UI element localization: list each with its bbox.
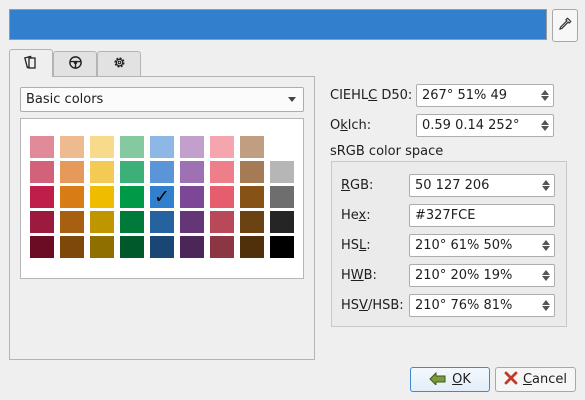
oklch-label: Oklch:: [330, 118, 372, 133]
cancel-x-icon: [504, 371, 518, 389]
hsv-spinbox[interactable]: 210° 76% 81%: [409, 294, 555, 317]
spin-down-icon[interactable]: [542, 186, 550, 191]
color-swatch[interactable]: [180, 211, 204, 233]
color-swatch[interactable]: [120, 236, 144, 258]
spin-down-icon[interactable]: [541, 96, 549, 101]
color-swatch[interactable]: [210, 211, 234, 233]
color-swatch[interactable]: [210, 161, 234, 183]
color-swatch[interactable]: [210, 236, 234, 258]
hwb-value: 210° 20% 19%: [415, 268, 513, 283]
ciehlc-value: 267° 51% 49: [422, 88, 508, 103]
color-swatch[interactable]: [90, 136, 114, 158]
color-swatch[interactable]: [60, 236, 84, 258]
color-swatch[interactable]: [150, 236, 174, 258]
color-swatch[interactable]: [90, 186, 114, 208]
rgb-value: 50 127 206: [415, 178, 490, 193]
palette-select[interactable]: Basic colors: [20, 87, 304, 112]
color-swatch[interactable]: [30, 211, 54, 233]
spin-down-icon[interactable]: [542, 246, 550, 251]
rgb-label: RGB:: [341, 178, 374, 193]
color-swatch[interactable]: [270, 236, 294, 258]
color-swatch[interactable]: [120, 211, 144, 233]
palette-icon: [23, 54, 39, 74]
color-swatch[interactable]: [120, 161, 144, 183]
hwb-spinbox[interactable]: 210° 20% 19%: [409, 264, 555, 287]
hsv-label: HSV/HSB:: [341, 298, 404, 313]
eyedropper-icon: [558, 17, 572, 35]
color-swatch[interactable]: ✓: [150, 186, 174, 208]
hsl-spinbox[interactable]: 210° 61% 50%: [409, 234, 555, 257]
spin-down-icon[interactable]: [542, 306, 550, 311]
color-swatch[interactable]: [90, 161, 114, 183]
color-swatch[interactable]: [30, 136, 54, 158]
color-swatch[interactable]: [60, 136, 84, 158]
spin-down-icon[interactable]: [541, 126, 549, 131]
checkmark-icon: ✓: [154, 186, 170, 208]
tab-palette[interactable]: [9, 49, 53, 77]
color-swatch[interactable]: [180, 161, 204, 183]
color-swatch[interactable]: [240, 211, 264, 233]
srgb-group-title: sRGB color space: [330, 144, 444, 159]
hsv-value: 210° 76% 81%: [415, 298, 513, 313]
ok-label: OK: [452, 372, 471, 387]
oklch-spinbox[interactable]: 0.59 0.14 252°: [416, 114, 554, 137]
color-swatch[interactable]: [180, 186, 204, 208]
ok-arrow-icon: [429, 371, 447, 389]
hsl-value: 210° 61% 50%: [415, 238, 513, 253]
color-swatch[interactable]: [240, 161, 264, 183]
tab-settings[interactable]: [97, 51, 141, 76]
swatch-grid: ✓: [20, 118, 304, 279]
spin-up-icon[interactable]: [541, 90, 549, 95]
color-swatch[interactable]: [120, 186, 144, 208]
color-swatch[interactable]: [30, 186, 54, 208]
color-swatch[interactable]: [60, 161, 84, 183]
ok-button[interactable]: OK: [410, 367, 490, 392]
tab-wheel[interactable]: [53, 51, 97, 76]
palette-select-value: Basic colors: [26, 92, 104, 107]
color-swatch[interactable]: [270, 186, 294, 208]
hwb-label: HWB:: [341, 268, 377, 283]
wheel-icon: [68, 55, 83, 74]
chevron-down-icon: [288, 97, 296, 102]
hex-value: #327FCE: [415, 208, 476, 223]
color-swatch[interactable]: [240, 186, 264, 208]
screen-picker-button[interactable]: [552, 9, 578, 42]
ciehlc-label: CIEHLC D50:: [330, 88, 413, 103]
color-swatch[interactable]: [60, 211, 84, 233]
cancel-label: Cancel: [522, 372, 568, 387]
color-swatch[interactable]: [90, 211, 114, 233]
color-swatch[interactable]: [180, 136, 204, 158]
oklch-value: 0.59 0.14 252°: [422, 118, 520, 133]
color-swatch[interactable]: [210, 186, 234, 208]
spin-up-icon[interactable]: [542, 180, 550, 185]
spin-up-icon[interactable]: [542, 240, 550, 245]
hex-input[interactable]: #327FCE: [409, 204, 555, 227]
cancel-button[interactable]: Cancel: [495, 367, 576, 392]
color-swatch[interactable]: [210, 136, 234, 158]
color-swatch[interactable]: [60, 186, 84, 208]
color-swatch[interactable]: [270, 136, 294, 158]
color-swatch[interactable]: [270, 161, 294, 183]
color-swatch[interactable]: [150, 136, 174, 158]
spin-up-icon[interactable]: [542, 300, 550, 305]
ciehlc-spinbox[interactable]: 267° 51% 49: [416, 84, 554, 107]
spin-up-icon[interactable]: [541, 120, 549, 125]
color-swatch[interactable]: [120, 136, 144, 158]
color-preview: [9, 9, 547, 40]
color-swatch[interactable]: [150, 211, 174, 233]
settings-icon: [112, 55, 127, 74]
spin-up-icon[interactable]: [542, 270, 550, 275]
color-swatch[interactable]: [180, 236, 204, 258]
spin-down-icon[interactable]: [542, 276, 550, 281]
color-swatch[interactable]: [150, 161, 174, 183]
hsl-label: HSL:: [341, 238, 371, 253]
color-swatch[interactable]: [270, 211, 294, 233]
rgb-spinbox[interactable]: 50 127 206: [409, 174, 555, 197]
color-swatch[interactable]: [30, 236, 54, 258]
color-swatch[interactable]: [90, 236, 114, 258]
color-swatch[interactable]: [240, 236, 264, 258]
color-swatch[interactable]: [30, 161, 54, 183]
hex-label: Hex:: [341, 208, 371, 223]
color-swatch[interactable]: [240, 136, 264, 158]
